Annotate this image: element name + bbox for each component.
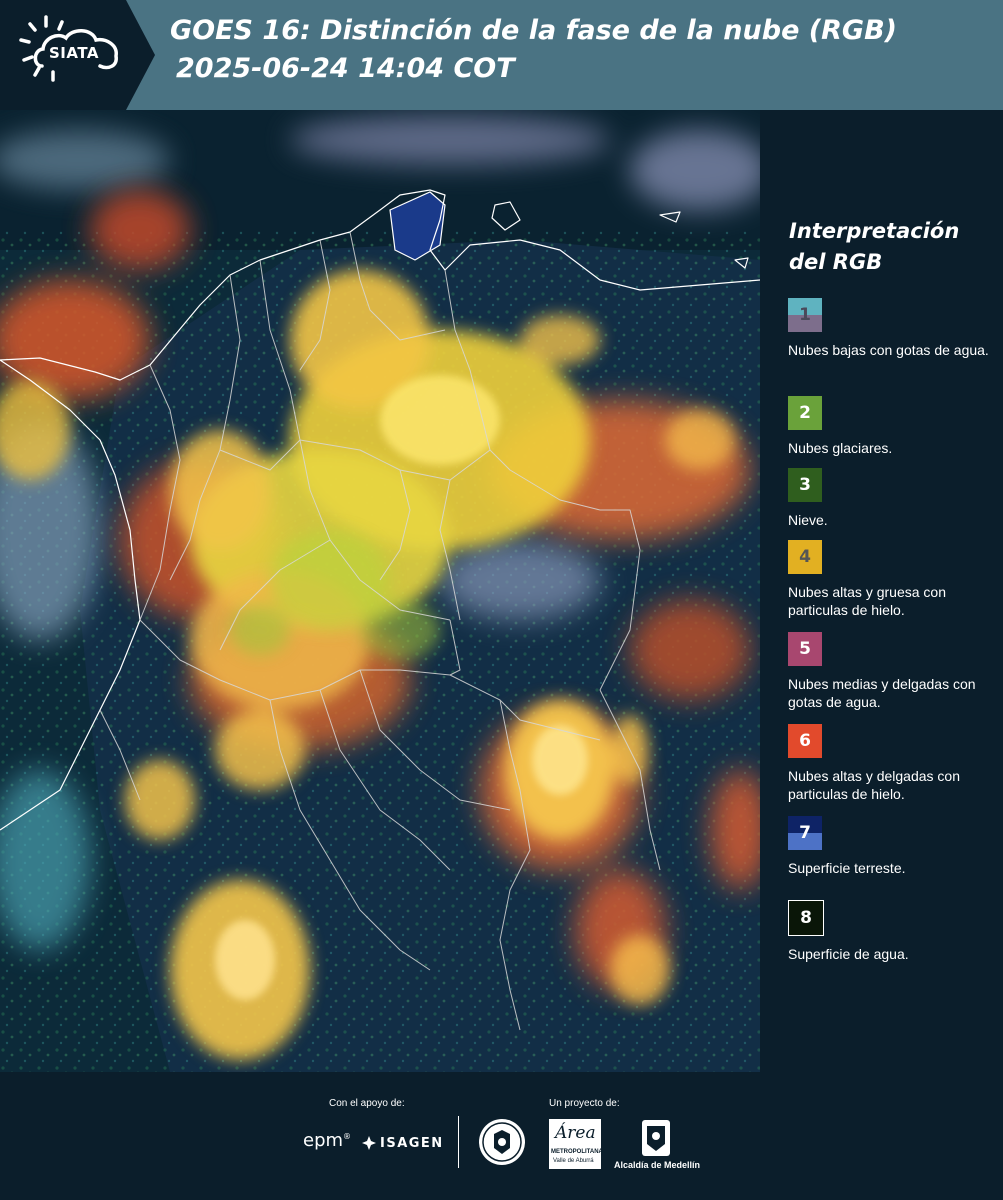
legend-swatch-number: 6: [799, 731, 811, 751]
epm-logo-text: epm: [303, 1130, 344, 1151]
legend-item-label: Superficie terreste.: [788, 860, 906, 876]
legend-item-label: Superficie de agua.: [788, 946, 909, 962]
legend-item-6: 6 Nubes altas y delgadas con particulas d…: [788, 724, 1000, 803]
alcaldia-logo[interactable]: Alcaldía de Medellín: [612, 1118, 702, 1170]
area-logo-word: Área: [555, 1123, 596, 1143]
project-label: Un proyecto de:: [549, 1098, 620, 1109]
legend-item-5: 5 Nubes medias y delgadas con gotas de ag…: [788, 632, 1000, 711]
satellite-map[interactable]: [0, 110, 760, 1072]
footer: Con el apoyo de: Un proyecto de: epm® IS…: [0, 1072, 1003, 1200]
alcaldia-logo-text: Alcaldía de Medellín: [613, 1160, 701, 1170]
legend-item-label: Nubes altas y delgadas con particulas de…: [788, 768, 960, 802]
medellin-shield-icon: [642, 1120, 670, 1156]
isagen-logo-text: ISAGEN: [380, 1135, 444, 1151]
epm-logo[interactable]: epm®: [303, 1130, 351, 1151]
siata-logo[interactable]: SIATA: [0, 0, 155, 110]
legend-item-label: Nubes glaciares.: [788, 440, 893, 456]
legend-swatch-number: 4: [799, 547, 811, 567]
legend-item-1: 1 Nubes bajas con gotas de agua.: [788, 298, 1000, 359]
legend-swatch: 3: [788, 468, 822, 502]
legend-item-3: 3 Nieve.: [788, 468, 1000, 529]
legend-swatch: 1: [788, 298, 822, 332]
area-logo-line2: METROPOLITANA: [551, 1149, 603, 1155]
legend-item-2: 2 Nubes glaciares.: [788, 396, 1000, 457]
legend-swatch-number: 3: [799, 475, 811, 495]
legend-swatch: 7: [788, 816, 822, 850]
siata-logo-text: SIATA: [49, 44, 100, 62]
legend-item-label: Nieve.: [788, 512, 828, 528]
legend-swatch: 8: [788, 900, 824, 936]
legend-item-label: Nubes medias y delgadas con gotas de agu…: [788, 676, 976, 710]
legend-swatch-number: 8: [800, 908, 812, 928]
title-line-1: GOES 16: Distinción de la fase de la nub…: [170, 15, 897, 46]
legend-item-8: 8 Superficie de agua.: [788, 900, 1000, 963]
legend-swatch: 4: [788, 540, 822, 574]
satellite-rgb-image: [0, 110, 760, 1072]
legend-swatch-number: 1: [799, 305, 811, 325]
legend-item-7: 7 Superficie terreste.: [788, 816, 1000, 877]
legend-item-label: Nubes bajas con gotas de agua.: [788, 342, 989, 358]
footer-divider: [458, 1116, 459, 1168]
legend-item-label: Nubes altas y gruesa con particulas de h…: [788, 584, 946, 618]
legend-title: Interpretación del RGB: [789, 219, 960, 274]
legend-swatch-number: 5: [799, 639, 811, 659]
area-metropolitana-logo[interactable]: Área METROPOLITANA Valle de Aburrá: [549, 1119, 603, 1169]
isagen-mark-icon: [362, 1136, 376, 1150]
legend-swatch-number: 7: [799, 823, 811, 843]
legend-swatch: 5: [788, 632, 822, 666]
seal-logo-icon[interactable]: [478, 1118, 526, 1166]
header-bar: SIATA GOES 16: Distinción de la fase de …: [0, 0, 1003, 110]
isagen-logo[interactable]: ISAGEN: [362, 1132, 444, 1154]
legend-swatch: 2: [788, 396, 822, 430]
title-line-2: 2025-06-24 14:04 COT: [176, 53, 515, 84]
legend-swatch-number: 2: [799, 403, 811, 423]
support-label: Con el apoyo de:: [329, 1098, 405, 1109]
legend-swatch: 6: [788, 724, 822, 758]
legend-item-4: 4 Nubes altas y gruesa con particulas de …: [788, 540, 1000, 619]
area-logo-line3: Valle de Aburrá: [553, 1158, 594, 1164]
page-title: GOES 16: Distinción de la fase de la nub…: [170, 12, 990, 88]
legend-panel: Interpretación del RGB 1 Nubes bajas con …: [760, 110, 1003, 1072]
